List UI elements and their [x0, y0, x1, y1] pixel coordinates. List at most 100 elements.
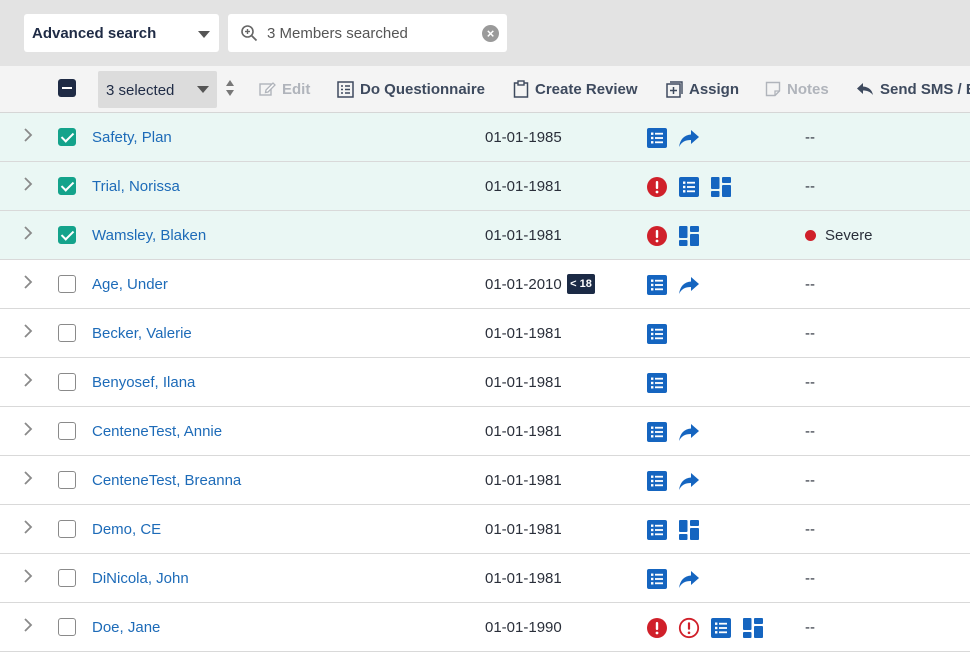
forward-arrow-icon[interactable]	[678, 127, 700, 149]
chevron-right-icon[interactable]	[22, 569, 34, 583]
member-indicators	[646, 372, 668, 394]
member-dob: 01-01-1981	[485, 423, 562, 440]
table-row[interactable]: Wamsley, Blaken 01-01-1981 Severe	[0, 211, 970, 260]
search-mode-select[interactable]: Advanced search	[24, 14, 219, 52]
search-mode-label: Advanced search	[32, 25, 157, 42]
chevron-right-icon[interactable]	[22, 275, 34, 289]
severity-label: --	[805, 619, 815, 636]
chevron-right-icon[interactable]	[22, 618, 34, 632]
row-checkbox[interactable]	[58, 177, 76, 195]
send-sms-button[interactable]: Send SMS / E	[856, 78, 970, 100]
severity-status: Severe	[805, 227, 873, 244]
member-name-link[interactable]: Demo, CE	[92, 521, 161, 538]
chevron-right-icon[interactable]	[22, 177, 34, 191]
forward-arrow-icon[interactable]	[678, 274, 700, 296]
member-dob: 01-01-1981	[485, 374, 562, 391]
member-name-link[interactable]: Age, Under	[92, 276, 168, 293]
assign-button[interactable]: Assign	[666, 78, 739, 100]
reply-icon	[857, 83, 873, 95]
table-row[interactable]: Becker, Valerie 01-01-1981 --	[0, 309, 970, 358]
clipboard-icon	[513, 80, 529, 98]
list-icon[interactable]	[678, 176, 700, 198]
member-name-link[interactable]: Doe, Jane	[92, 619, 160, 636]
chevron-right-icon[interactable]	[22, 422, 34, 436]
table-row[interactable]: Safety, Plan 01-01-1985 --	[0, 113, 970, 162]
row-checkbox[interactable]	[58, 471, 76, 489]
do-questionnaire-button[interactable]: Do Questionnaire	[337, 78, 485, 100]
edit-button[interactable]: Edit	[259, 78, 310, 100]
severity-status: --	[805, 619, 815, 636]
member-name-link[interactable]: Safety, Plan	[92, 129, 172, 146]
row-checkbox[interactable]	[58, 618, 76, 636]
alert-filled-icon[interactable]	[646, 176, 668, 198]
notes-label: Notes	[787, 80, 829, 98]
sort-icon[interactable]	[225, 80, 235, 100]
list-icon[interactable]	[646, 519, 668, 541]
alert-filled-icon[interactable]	[646, 617, 668, 639]
forward-arrow-icon[interactable]	[678, 470, 700, 492]
member-name-link[interactable]: Wamsley, Blaken	[92, 227, 206, 244]
notes-button[interactable]: Notes	[765, 78, 829, 100]
clear-search-icon[interactable]: ×	[482, 25, 499, 42]
table-row[interactable]: Age, Under 01-01-2010 < 18 --	[0, 260, 970, 309]
list-icon[interactable]	[646, 470, 668, 492]
row-checkbox[interactable]	[58, 275, 76, 293]
search-input[interactable]	[267, 25, 467, 42]
selection-dropdown[interactable]: 3 selected	[98, 71, 217, 108]
list-icon[interactable]	[646, 127, 668, 149]
severity-status: --	[805, 472, 815, 489]
dashboard-icon[interactable]	[742, 617, 764, 639]
row-checkbox[interactable]	[58, 226, 76, 244]
row-checkbox[interactable]	[58, 373, 76, 391]
row-checkbox[interactable]	[58, 128, 76, 146]
list-icon[interactable]	[646, 372, 668, 394]
row-checkbox[interactable]	[58, 569, 76, 587]
list-icon[interactable]	[710, 617, 732, 639]
row-checkbox[interactable]	[58, 422, 76, 440]
under-18-badge: < 18	[567, 274, 595, 294]
dashboard-icon[interactable]	[678, 225, 700, 247]
severity-label: --	[805, 570, 815, 587]
table-row[interactable]: DiNicola, John 01-01-1981 --	[0, 554, 970, 603]
note-icon	[765, 81, 781, 97]
member-indicators	[646, 274, 700, 296]
list-icon[interactable]	[646, 274, 668, 296]
table-row[interactable]: CenteneTest, Breanna 01-01-1981 --	[0, 456, 970, 505]
severity-label: --	[805, 374, 815, 391]
severity-label: Severe	[825, 227, 873, 244]
select-all-checkbox[interactable]	[58, 79, 76, 97]
bulk-action-toolbar: 3 selected Edit Do Questionnaire Create …	[0, 66, 970, 113]
member-name-link[interactable]: CenteneTest, Breanna	[92, 472, 241, 489]
dashboard-icon[interactable]	[710, 176, 732, 198]
list-icon[interactable]	[646, 323, 668, 345]
list-icon[interactable]	[646, 421, 668, 443]
chevron-right-icon[interactable]	[22, 324, 34, 338]
member-name-link[interactable]: Trial, Norissa	[92, 178, 180, 195]
member-name-link[interactable]: Becker, Valerie	[92, 325, 192, 342]
member-indicators	[646, 176, 732, 198]
member-name-link[interactable]: DiNicola, John	[92, 570, 189, 587]
table-row[interactable]: Benyosef, Ilana 01-01-1981 --	[0, 358, 970, 407]
forward-arrow-icon[interactable]	[678, 568, 700, 590]
list-icon[interactable]	[646, 568, 668, 590]
severity-label: --	[805, 178, 815, 195]
row-checkbox[interactable]	[58, 324, 76, 342]
chevron-right-icon[interactable]	[22, 226, 34, 240]
row-checkbox[interactable]	[58, 520, 76, 538]
forward-arrow-icon[interactable]	[678, 421, 700, 443]
member-name-link[interactable]: Benyosef, Ilana	[92, 374, 195, 391]
chevron-right-icon[interactable]	[22, 520, 34, 534]
member-name-link[interactable]: CenteneTest, Annie	[92, 423, 222, 440]
table-row[interactable]: Demo, CE 01-01-1981 --	[0, 505, 970, 554]
create-review-button[interactable]: Create Review	[513, 78, 638, 100]
dashboard-icon[interactable]	[678, 519, 700, 541]
search-field[interactable]: ×	[228, 14, 507, 52]
table-row[interactable]: Doe, Jane 01-01-1990 --	[0, 603, 970, 652]
table-row[interactable]: Trial, Norissa 01-01-1981 --	[0, 162, 970, 211]
alert-filled-icon[interactable]	[646, 225, 668, 247]
chevron-right-icon[interactable]	[22, 128, 34, 142]
chevron-right-icon[interactable]	[22, 471, 34, 485]
table-row[interactable]: CenteneTest, Annie 01-01-1981 --	[0, 407, 970, 456]
alert-outline-icon[interactable]	[678, 617, 700, 639]
chevron-right-icon[interactable]	[22, 373, 34, 387]
